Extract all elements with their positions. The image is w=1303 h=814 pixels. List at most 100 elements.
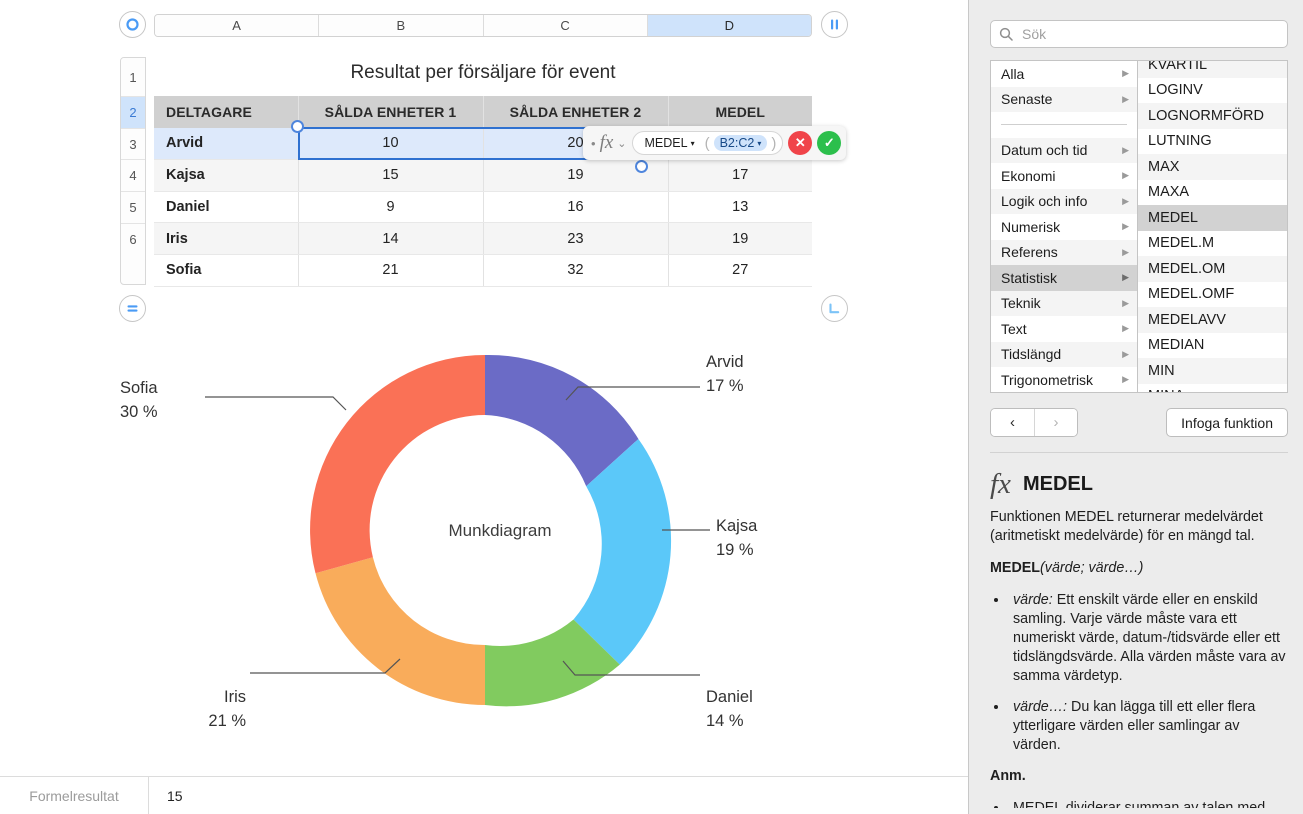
category-item-logik-och-info[interactable]: Logik och info ▶ [991,188,1137,214]
category-item-numerisk[interactable]: Numerisk ▶ [991,214,1137,240]
category-item-datum-och-tid[interactable]: Datum och tid ▶ [991,137,1137,163]
cell-a5[interactable]: Iris [154,222,299,255]
formula-range-token[interactable]: B2:C2 ▾ [713,135,768,151]
cell-c6[interactable]: 32 [483,254,669,287]
cell-d5[interactable]: 19 [668,222,812,255]
table-resize-handle[interactable] [821,295,848,322]
search-field[interactable] [990,20,1288,48]
chart-label-daniel[interactable]: Daniel 14 % [706,686,753,734]
fx-group[interactable]: • fx ⌄ [591,132,627,154]
cell-b6[interactable]: 21 [298,254,484,287]
function-list[interactable]: KVARTIL LOGINV LOGNORMFÖRD LUTNING MAX M… [1138,61,1287,392]
function-item-loginv[interactable]: LOGINV [1138,78,1287,104]
category-item-senaste[interactable]: Senaste ▶ [991,86,1137,112]
cell-a3[interactable]: Kajsa [154,159,299,192]
cell-d3[interactable]: 17 [668,159,812,192]
category-label: Tidslängd [1001,346,1062,363]
function-item-medel-omf[interactable]: MEDEL.OMF [1138,282,1287,308]
spreadsheet-canvas: A B C D 1 2 3 4 5 6 Resultat per försälj… [0,0,968,776]
header-deltagare[interactable]: DELTAGARE [154,96,299,128]
chart-label-kajsa[interactable]: Kajsa 19 % [716,515,757,563]
history-nav-segmented[interactable]: ‹ › [990,408,1078,437]
row-number-2[interactable]: 2 [121,97,145,129]
formula-input-field[interactable]: MEDEL ▾ ( B2:C2 ▾ ) [631,131,784,155]
formula-function-token[interactable]: MEDEL ▾ [638,135,701,151]
column-header-a[interactable]: A [155,15,320,36]
chart-label-iris[interactable]: Iris 21 % [168,686,246,734]
cell-a6[interactable]: Sofia [154,254,299,287]
cell-b2[interactable]: 10 [298,127,484,160]
function-item-medel[interactable]: MEDEL [1138,205,1287,231]
column-header-bar[interactable]: A B C D [154,14,812,37]
row-number-1[interactable]: 1 [121,58,145,97]
function-doc-title: MEDEL [1022,473,1093,495]
category-item-alla[interactable]: Alla ▶ [991,61,1137,87]
column-header-d[interactable]: D [647,15,811,36]
category-item-trigonometrisk[interactable]: Trigonometrisk ▶ [991,367,1137,392]
donut-chart[interactable]: Munkdiagram Arvid 17 % Kajsa 19 % Daniel… [120,325,850,755]
row-number-4[interactable]: 4 [121,160,145,193]
open-paren: ( [704,134,710,152]
signature-args: (värde; värde…) [1040,560,1144,576]
row-number-gutter[interactable]: 1 2 3 4 5 6 [120,57,146,285]
header-salda-enheter-2[interactable]: SÅLDA ENHETER 2 [483,96,669,128]
cell-b4[interactable]: 9 [298,191,484,224]
category-label: Teknik [1001,295,1041,312]
category-item-referens[interactable]: Referens ▶ [991,239,1137,265]
function-item-medel-om[interactable]: MEDEL.OM [1138,256,1287,282]
table-select-handle[interactable] [119,11,146,38]
function-item-mina[interactable]: MINA [1138,384,1287,392]
function-item-lutning[interactable]: LUTNING [1138,129,1287,155]
function-item-lognormford[interactable]: LOGNORMFÖRD [1138,103,1287,129]
function-item-kvartil[interactable]: KVARTIL [1138,61,1287,78]
cell-b5[interactable]: 14 [298,222,484,255]
function-item-median[interactable]: MEDIAN [1138,333,1287,359]
column-header-c[interactable]: C [483,15,648,36]
slice-iris[interactable] [315,557,486,705]
row-resize-handle[interactable] [119,295,146,322]
column-header-b[interactable]: B [319,15,484,36]
category-item-tidslangd[interactable]: Tidslängd ▶ [991,341,1137,367]
search-input[interactable] [1020,25,1279,43]
chevron-down-icon[interactable]: ⌄ [617,137,626,150]
chart-label-sofia[interactable]: Sofia 30 % [120,377,200,425]
accept-formula-button[interactable]: ✓ [817,131,842,155]
table-row[interactable]: Daniel 9 16 13 [154,191,812,224]
table-row[interactable]: Iris 14 23 19 [154,222,812,255]
table-row[interactable]: Sofia 21 32 27 [154,254,812,287]
cell-d4[interactable]: 13 [668,191,812,224]
insert-function-button[interactable]: Infoga funktion [1166,408,1288,437]
category-item-ekonomi[interactable]: Ekonomi ▶ [991,163,1137,189]
chart-label-arvid[interactable]: Arvid 17 % [706,351,744,399]
forward-button[interactable]: › [1034,409,1077,436]
row-number-5[interactable]: 5 [121,192,145,224]
category-item-text[interactable]: Text ▶ [991,316,1137,342]
back-button[interactable]: ‹ [991,409,1034,436]
table-row[interactable]: Kajsa 15 19 17 [154,159,812,192]
function-item-medelavv[interactable]: MEDELAVV [1138,307,1287,333]
cell-d6[interactable]: 27 [668,254,812,287]
cell-c5[interactable]: 23 [483,222,669,255]
selection-handle-top[interactable] [291,120,304,133]
category-item-statistisk[interactable]: Statistisk ▶ [991,265,1137,291]
table-title[interactable]: Resultat per försäljare för event [154,62,812,84]
function-item-maxa[interactable]: MAXA [1138,180,1287,206]
cell-a4[interactable]: Daniel [154,191,299,224]
header-salda-enheter-1[interactable]: SÅLDA ENHETER 1 [298,96,484,128]
column-resize-handle[interactable] [821,11,848,38]
cell-a2[interactable]: Arvid [154,127,299,160]
category-list[interactable]: Alla ▶ Senaste ▶ Datum och tid ▶ Ekonomi… [991,61,1138,392]
cancel-formula-button[interactable]: ✕ [788,131,813,155]
category-item-teknik[interactable]: Teknik ▶ [991,290,1137,316]
selection-handle-bottom[interactable] [635,160,648,173]
formula-editor[interactable]: • fx ⌄ MEDEL ▾ ( B2:C2 ▾ ) ✕ ✓ [583,126,847,160]
chart-label-sofia-value: 30 % [120,402,158,421]
cell-c4[interactable]: 16 [483,191,669,224]
header-medel[interactable]: MEDEL [668,96,812,128]
function-item-min[interactable]: MIN [1138,358,1287,384]
function-item-medel-m[interactable]: MEDEL.M [1138,231,1287,257]
row-number-3[interactable]: 3 [121,128,145,161]
row-number-6[interactable]: 6 [121,223,145,256]
function-item-max[interactable]: MAX [1138,154,1287,180]
cell-b3[interactable]: 15 [298,159,484,192]
